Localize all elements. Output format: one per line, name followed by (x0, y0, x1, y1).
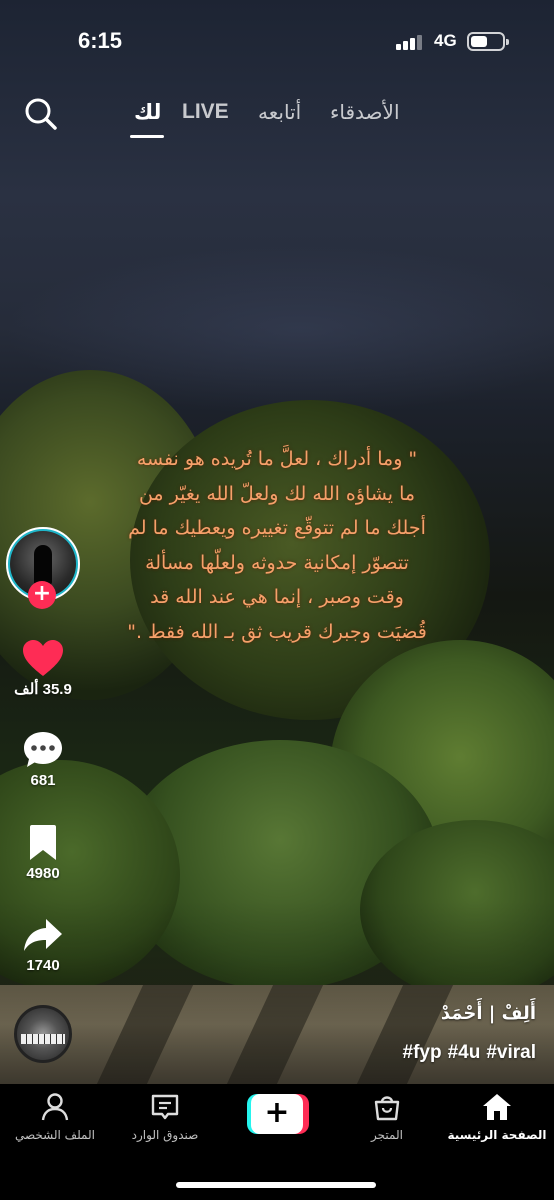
nav-profile[interactable]: الملف الشخصي (0, 1092, 110, 1142)
active-tab-indicator (130, 135, 164, 138)
tab-live[interactable]: LIVE (182, 100, 229, 124)
share-icon (24, 919, 62, 951)
home-icon (483, 1094, 511, 1120)
network-type: 4G (434, 31, 457, 50)
feed-tabs: الأصدقاء أتابعه LIVE لك (0, 100, 554, 140)
create-button[interactable]: + (247, 1094, 309, 1134)
signal-icon (396, 34, 428, 50)
caption-line: وقت وصبر ، إنما هي عند الله قد (150, 586, 404, 608)
plus-icon: + (251, 1094, 303, 1134)
share-count: 1740 (26, 957, 60, 974)
piano-keys-thumbnail (21, 1034, 65, 1044)
comment-count: 681 (30, 772, 56, 789)
author-name[interactable]: أَلِفْ | أَحْمَدْ (441, 1003, 536, 1024)
inbox-icon (151, 1094, 179, 1120)
nav-label: صندوق الوارد (131, 1128, 199, 1142)
nav-home[interactable]: الصفحة الرئيسية (442, 1092, 552, 1142)
home-indicator[interactable] (176, 1182, 376, 1188)
bookmark-icon (30, 825, 56, 860)
caption-line: ما يشاؤه الله لك ولعلّ الله يغيّر من (138, 482, 416, 505)
nav-label: المتجر (371, 1128, 403, 1142)
shop-icon (374, 1096, 400, 1121)
bookmark-count: 4980 (26, 865, 60, 882)
nav-shop[interactable]: المتجر (332, 1092, 442, 1142)
tab-for-you[interactable]: لك (134, 100, 161, 124)
like-button[interactable]: 35.9 ألف (0, 638, 86, 698)
tab-friends[interactable]: الأصدقاء (330, 100, 400, 124)
status-time: 6:15 (78, 28, 123, 53)
follow-button[interactable]: + (28, 581, 56, 609)
profile-icon (41, 1093, 69, 1121)
hashtag-link[interactable]: #viral (486, 1042, 536, 1063)
tab-following[interactable]: أتابعه (258, 100, 301, 124)
bookmark-button[interactable]: 4980 (0, 823, 86, 882)
nav-label: الملف الشخصي (15, 1128, 95, 1142)
status-bar: 6:15 4G (0, 0, 554, 80)
comment-icon (24, 732, 62, 767)
avatar-figure (34, 545, 52, 585)
heart-icon (23, 640, 63, 676)
caption-line: قُضيَت وجبرك قريب ثق بـ الله فقط ." (127, 620, 427, 643)
hashtag-link[interactable]: #4u (448, 1042, 481, 1063)
caption-line: تتصوّر إمكانية حدوثه ولعلّها مسألة (145, 551, 409, 574)
battery-icon (467, 32, 509, 51)
caption-line: أجلك ما لم تتوقّع تغييره ويعطيك ما لم (128, 517, 426, 539)
caption-line: " وما أدراك ، لعلَّ ما تُريده هو نفسه (136, 448, 418, 470)
like-count: 35.9 ألف (14, 681, 72, 698)
share-button[interactable]: 1740 (0, 915, 86, 974)
hashtag-list: #fyp #4u #viral (397, 1042, 536, 1064)
hashtag-link[interactable]: #fyp (403, 1042, 442, 1063)
music-disc[interactable] (14, 1005, 72, 1063)
comment-button[interactable]: 681 (0, 730, 86, 789)
video-caption-overlay: " وما أدراك ، لعلَّ ما تُريده هو نفسه ما… (92, 442, 462, 649)
nav-inbox[interactable]: صندوق الوارد (110, 1092, 220, 1142)
nav-label: الصفحة الرئيسية (447, 1128, 547, 1142)
